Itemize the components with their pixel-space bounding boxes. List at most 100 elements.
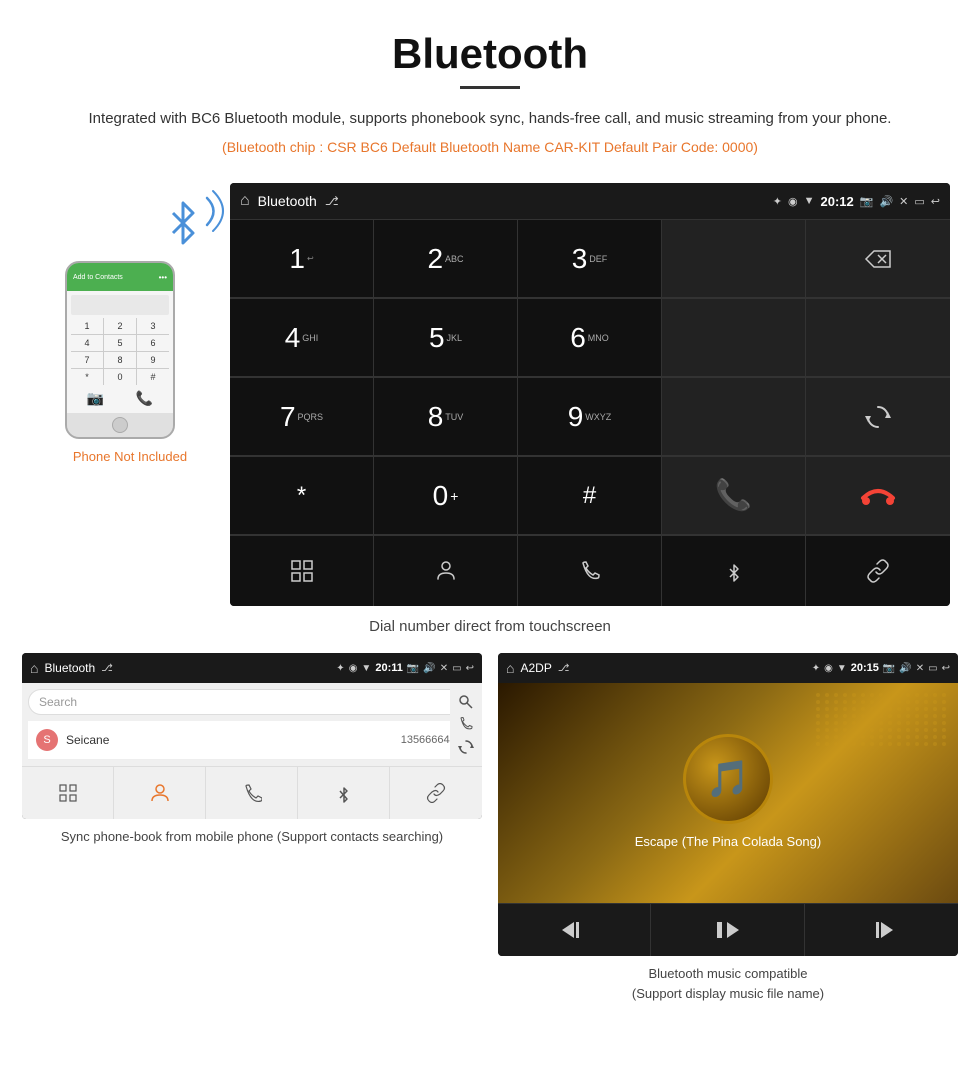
sidebar-phone-icon[interactable] — [458, 716, 474, 732]
music-screen: ⌂ A2DP ⎇ ✦ ◉ ▼ 20:15 📷 🔊 ✕ ▭ ↩ — [498, 653, 958, 956]
music-title: Escape (The Pina Colada Song) — [635, 834, 821, 849]
phone-key-star[interactable]: * — [71, 369, 103, 385]
phone-video-btn[interactable]: 📷 — [87, 390, 104, 407]
phone-key-1[interactable]: 1 — [71, 318, 103, 334]
nav-bt-btn[interactable] — [662, 536, 806, 606]
music-next-btn[interactable] — [805, 904, 958, 956]
music-wifi-icon: ▼ — [837, 663, 847, 674]
dial-backspace[interactable] — [806, 220, 950, 298]
nav-link-btn[interactable] — [806, 536, 950, 606]
music-status-bar: ⌂ A2DP ⎇ ✦ ◉ ▼ 20:15 📷 🔊 ✕ ▭ ↩ — [498, 653, 958, 683]
call-icon: 📞 — [715, 478, 752, 513]
link-icon — [866, 559, 890, 583]
phone-key-8[interactable]: 8 — [104, 352, 136, 368]
close-icon[interactable]: ✕ — [899, 195, 908, 208]
pb-bt-icon — [334, 783, 354, 803]
dial-empty-2 — [662, 299, 806, 377]
music-loc-icon: ◉ — [824, 663, 833, 674]
pb-nav-grid[interactable] — [22, 767, 114, 819]
pb-vol-icon[interactable]: 🔊 — [423, 663, 435, 674]
bluetooth-waves-icon — [155, 183, 235, 263]
dial-key-7[interactable]: 7PQRS — [230, 378, 374, 456]
dial-end-btn[interactable] — [806, 457, 950, 535]
pb-nav-bt[interactable] — [298, 767, 390, 819]
dial-key-4[interactable]: 4GHI — [230, 299, 374, 377]
pb-nav-phone[interactable] — [206, 767, 298, 819]
phonebook-home-icon[interactable]: ⌂ — [30, 660, 38, 676]
music-home-icon[interactable]: ⌂ — [506, 660, 514, 676]
volume-icon[interactable]: 🔊 — [879, 195, 893, 208]
music-close-icon[interactable]: ✕ — [916, 663, 924, 674]
pb-close-icon[interactable]: ✕ — [440, 663, 448, 674]
phonebook-time: 20:11 — [375, 662, 403, 674]
music-back-icon[interactable]: ↩ — [942, 663, 950, 674]
camera-icon[interactable]: 📷 — [860, 195, 874, 208]
dial-key-star[interactable]: * — [230, 457, 374, 535]
pb-grid-icon — [59, 784, 77, 802]
pb-nav-person[interactable] — [114, 767, 206, 819]
nav-person-btn[interactable] — [374, 536, 518, 606]
music-playpause-btn[interactable] — [651, 904, 804, 956]
contact-avatar-s: S — [36, 729, 58, 751]
phone-key-7[interactable]: 7 — [71, 352, 103, 368]
phone-key-6[interactable]: 6 — [137, 335, 169, 351]
backspace-icon — [864, 249, 892, 269]
pb-bt-icon: ✦ — [336, 663, 344, 674]
phone-top-label: Add to Contacts — [73, 274, 123, 281]
phone-key-4[interactable]: 4 — [71, 335, 103, 351]
phone-key-2[interactable]: 2 — [104, 318, 136, 334]
music-prev-btn[interactable] — [498, 904, 651, 956]
phonebook-screen: ⌂ Bluetooth ⎇ ✦ ◉ ▼ 20:11 📷 🔊 ✕ ▭ ↩ — [22, 653, 482, 819]
phone-key-3[interactable]: 3 — [137, 318, 169, 334]
dial-key-2[interactable]: 2ABC — [374, 220, 518, 298]
phonebook-nav — [22, 766, 482, 819]
music-status-left: ⌂ A2DP ⎇ — [506, 660, 569, 676]
sidebar-search-icon[interactable] — [458, 694, 474, 710]
back-icon[interactable]: ↩ — [931, 195, 940, 208]
pb-back-icon[interactable]: ↩ — [466, 663, 474, 674]
dial-key-hash[interactable]: # — [518, 457, 662, 535]
dial-key-5[interactable]: 5JKL — [374, 299, 518, 377]
phonebook-status-title: Bluetooth — [44, 661, 95, 675]
dial-row-3: 7PQRS 8TUV 9WXYZ — [230, 377, 950, 456]
music-vol-icon[interactable]: 🔊 — [899, 663, 911, 674]
pb-nav-link[interactable] — [390, 767, 482, 819]
phone-screen: 1 2 3 4 5 6 7 8 9 * 0 # 📷 — [67, 291, 173, 413]
dial-key-3[interactable]: 3DEF — [518, 220, 662, 298]
pb-camera-icon[interactable]: 📷 — [407, 663, 419, 674]
title-underline — [460, 86, 520, 89]
dial-key-8[interactable]: 8TUV — [374, 378, 518, 456]
phone-home-button[interactable] — [112, 417, 128, 433]
phone-icon — [578, 559, 602, 583]
music-win-icon[interactable]: ▭ — [928, 663, 937, 674]
person-icon — [434, 559, 458, 583]
music-album-art: 🎵 — [683, 734, 773, 824]
dial-call-btn[interactable]: 📞 — [662, 457, 806, 535]
dot-pattern: // Generate dots for(let i=0;i<120;i++){… — [816, 693, 948, 746]
music-panel: ⌂ A2DP ⎇ ✦ ◉ ▼ 20:15 📷 🔊 ✕ ▭ ↩ — [498, 653, 958, 1003]
music-status-right: ✦ ◉ ▼ 20:15 📷 🔊 ✕ ▭ ↩ — [812, 662, 950, 674]
phone-key-0[interactable]: 0 — [104, 369, 136, 385]
phone-key-hash[interactable]: # — [137, 369, 169, 385]
nav-phone-btn[interactable] — [518, 536, 662, 606]
dial-key-9[interactable]: 9WXYZ — [518, 378, 662, 456]
sidebar-refresh-icon[interactable] — [458, 739, 474, 755]
pb-win-icon[interactable]: ▭ — [452, 663, 461, 674]
page-title: Bluetooth — [20, 30, 960, 78]
dial-key-0[interactable]: 0+ — [374, 457, 518, 535]
window-icon[interactable]: ▭ — [914, 195, 924, 208]
dial-caption: Dial number direct from touchscreen — [0, 618, 980, 635]
music-caption: Bluetooth music compatible(Support displ… — [498, 964, 958, 1003]
phone-key-9[interactable]: 9 — [137, 352, 169, 368]
nav-grid-btn[interactable] — [230, 536, 374, 606]
music-camera-icon[interactable]: 📷 — [883, 663, 895, 674]
dial-status-right: ✦ ◉ ▼ 20:12 📷 🔊 ✕ ▭ ↩ — [773, 194, 940, 209]
phone-key-5[interactable]: 5 — [104, 335, 136, 351]
phonebook-status-left: ⌂ Bluetooth ⎇ — [30, 660, 113, 676]
dial-key-6[interactable]: 6MNO — [518, 299, 662, 377]
dial-refresh[interactable] — [806, 378, 950, 456]
phone-call-btn[interactable]: 📞 — [136, 390, 153, 407]
dial-key-1[interactable]: 1↩ — [230, 220, 374, 298]
home-icon[interactable]: ⌂ — [240, 192, 250, 210]
music-bt-icon: ✦ — [812, 663, 820, 674]
